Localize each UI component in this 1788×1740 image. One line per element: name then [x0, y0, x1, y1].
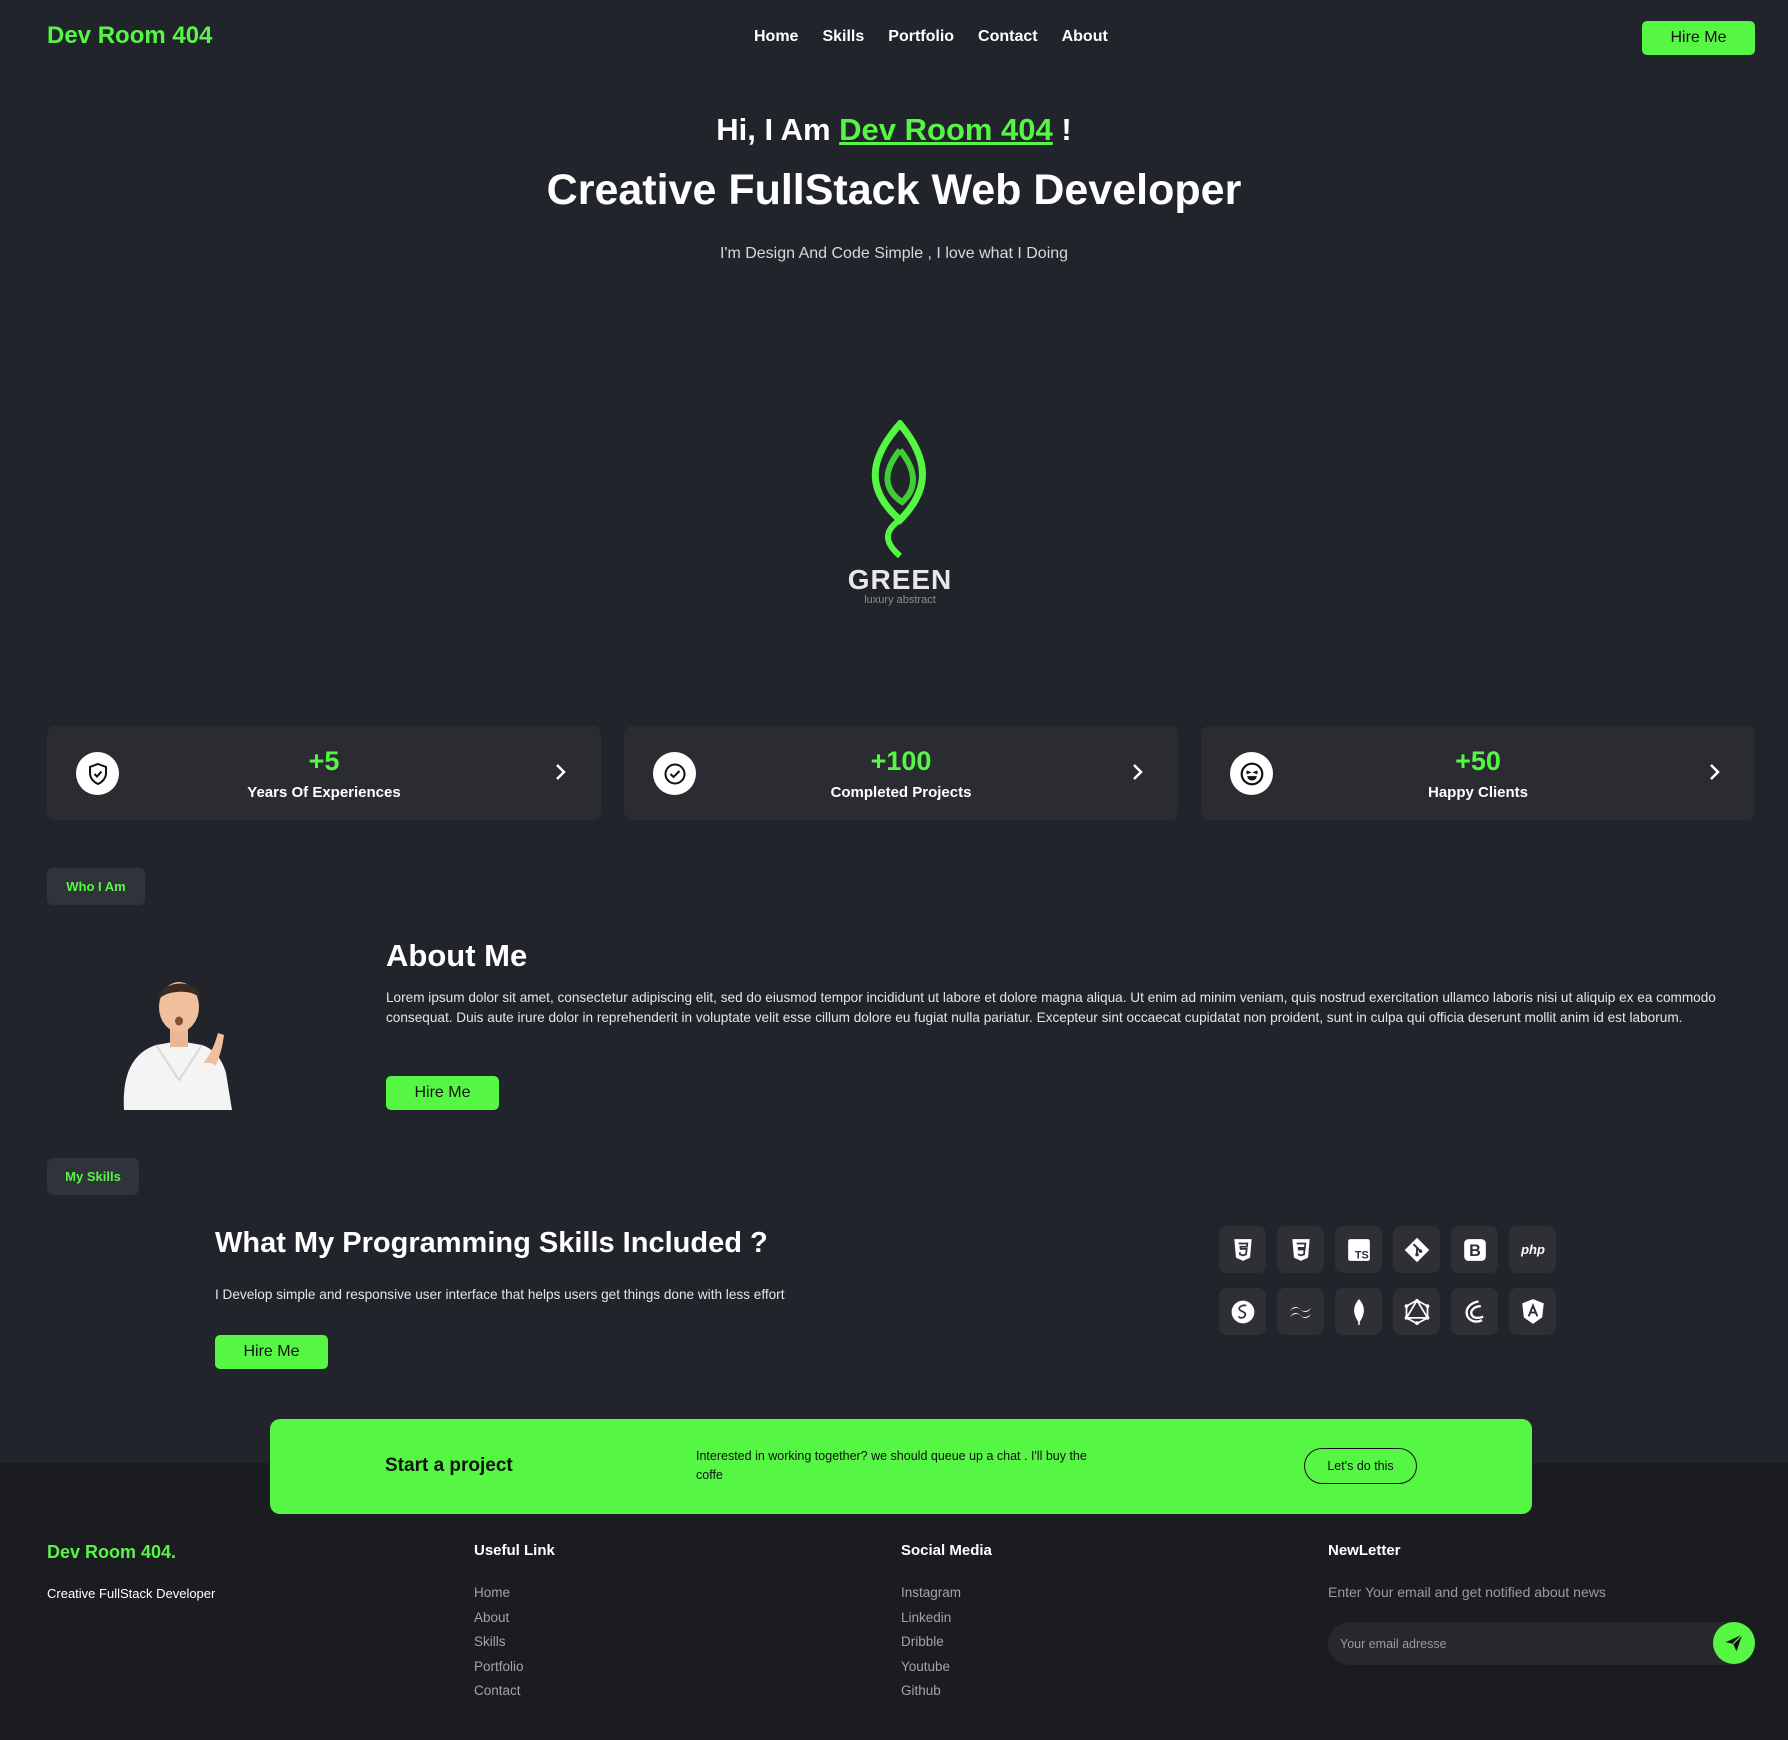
graphql-icon — [1393, 1288, 1440, 1335]
nav-link-contact[interactable]: Contact — [978, 28, 1038, 46]
nav-link-about[interactable]: About — [1062, 28, 1108, 46]
social-link-instagram[interactable]: Instagram — [901, 1584, 961, 1602]
who-i-am-tag: Who I Am — [47, 868, 145, 905]
stat-label: Completed Projects — [830, 784, 972, 801]
cta-text: Interested in working together? we shoul… — [696, 1449, 1087, 1482]
about-text: Lorem ipsum dolor sit amet, consectetur … — [386, 990, 1716, 1025]
top-nav: Dev Room 404 Home Skills Portfolio Conta… — [0, 0, 1788, 78]
chevron-right-icon[interactable] — [1709, 762, 1721, 782]
brand-logo-name: GREEN — [847, 564, 953, 595]
skills-text: I Develop simple and responsive user int… — [215, 1287, 785, 1302]
nav-link-skills[interactable]: Skills — [822, 28, 864, 46]
hero-greeting-prefix: Hi, I Am — [716, 112, 831, 147]
stat-label: Happy Clients — [1427, 784, 1529, 801]
newsletter-send-button[interactable] — [1713, 1622, 1755, 1664]
start-project-banner: Start a project Interested in working to… — [270, 1419, 1532, 1514]
footer-link-portfolio[interactable]: Portfolio — [474, 1658, 524, 1676]
tailwind-icon — [1277, 1288, 1324, 1335]
green-brand-logo: GREEN luxury abstract — [825, 420, 975, 610]
useful-links-list: Home About Skills Portfolio Contact — [474, 1584, 524, 1700]
footer-link-about[interactable]: About — [474, 1609, 524, 1627]
cta-title: Start a project — [385, 1455, 513, 1476]
about-title: About Me — [386, 938, 528, 973]
mongodb-icon — [1335, 1288, 1382, 1335]
person-pointing-image — [123, 982, 232, 1110]
stat-value: +100 — [870, 746, 932, 776]
hero-greeting-suffix: ! — [1061, 112, 1072, 147]
newsletter-title: NewLetter — [1328, 1542, 1401, 1559]
chevron-right-icon[interactable] — [555, 762, 567, 782]
site-logo[interactable]: Dev Room 404 — [47, 22, 212, 50]
stat-label: Years Of Experiences — [247, 784, 401, 801]
lets-do-this-button[interactable]: Let's do this — [1304, 1448, 1417, 1484]
newsletter-text: Enter Your email and get notified about … — [1328, 1584, 1606, 1600]
social-link-linkedin[interactable]: Linkedin — [901, 1609, 961, 1627]
newsletter-email-input[interactable] — [1328, 1622, 1755, 1665]
stat-card-projects[interactable]: +100 Completed Projects — [624, 726, 1178, 820]
redux-saga-icon — [1451, 1288, 1498, 1335]
php-icon: php — [1509, 1226, 1556, 1273]
social-link-dribbble[interactable]: Dribble — [901, 1633, 961, 1651]
nav-hire-button[interactable]: Hire Me — [1642, 21, 1755, 55]
leaf-logo-icon — [871, 420, 926, 559]
nav-link-portfolio[interactable]: Portfolio — [888, 28, 954, 46]
skills-icon-grid: TS B php — [1219, 1226, 1556, 1335]
social-link-github[interactable]: Github — [901, 1682, 961, 1700]
typescript-icon: TS — [1335, 1226, 1382, 1273]
html5-icon — [1219, 1226, 1266, 1273]
footer-brand[interactable]: Dev Room 404. — [47, 1542, 176, 1563]
footer-tagline: Creative FullStack Developer — [47, 1586, 216, 1601]
git-icon — [1393, 1226, 1440, 1273]
hero-title: Creative FullStack Web Developer — [546, 166, 1242, 214]
stat-value: +5 — [308, 746, 340, 776]
skills-hire-button[interactable]: Hire Me — [215, 1335, 328, 1369]
main-menu: Home Skills Portfolio Contact About — [754, 28, 1108, 46]
about-hire-button[interactable]: Hire Me — [386, 1076, 499, 1110]
hero-greeting-name-link[interactable]: Dev Room 404 — [839, 112, 1053, 147]
stat-value: +50 — [1455, 746, 1501, 776]
sass-icon — [1219, 1288, 1266, 1335]
hero-subtitle: I'm Design And Code Simple , I love what… — [719, 245, 1069, 262]
send-icon — [1725, 1634, 1743, 1652]
stat-card-clients[interactable]: +50 Happy Clients — [1201, 726, 1755, 820]
useful-links-title: Useful Link — [474, 1542, 555, 1559]
stat-card-experience[interactable]: +5 Years Of Experiences — [47, 726, 601, 820]
footer-link-skills[interactable]: Skills — [474, 1633, 524, 1651]
my-skills-tag: My Skills — [47, 1158, 139, 1195]
chevron-right-icon[interactable] — [1132, 762, 1144, 782]
nav-link-home[interactable]: Home — [754, 28, 798, 46]
footer-link-home[interactable]: Home — [474, 1584, 524, 1602]
social-link-youtube[interactable]: Youtube — [901, 1658, 961, 1676]
svg-text:php: php — [1520, 1242, 1545, 1257]
skills-title: What My Programming Skills Included ? — [215, 1227, 768, 1259]
social-media-title: Social Media — [901, 1542, 992, 1559]
social-links-list: Instagram Linkedin Dribble Youtube Githu… — [901, 1584, 961, 1700]
footer-link-contact[interactable]: Contact — [474, 1682, 524, 1700]
hero-greeting: Hi, I Am Dev Room 404 ! — [0, 112, 1788, 148]
angular-icon — [1509, 1288, 1556, 1335]
css3-icon — [1277, 1226, 1324, 1273]
svg-text:B: B — [1469, 1241, 1481, 1259]
svg-text:TS: TS — [1354, 1249, 1368, 1261]
bootstrap-icon: B — [1451, 1226, 1498, 1273]
